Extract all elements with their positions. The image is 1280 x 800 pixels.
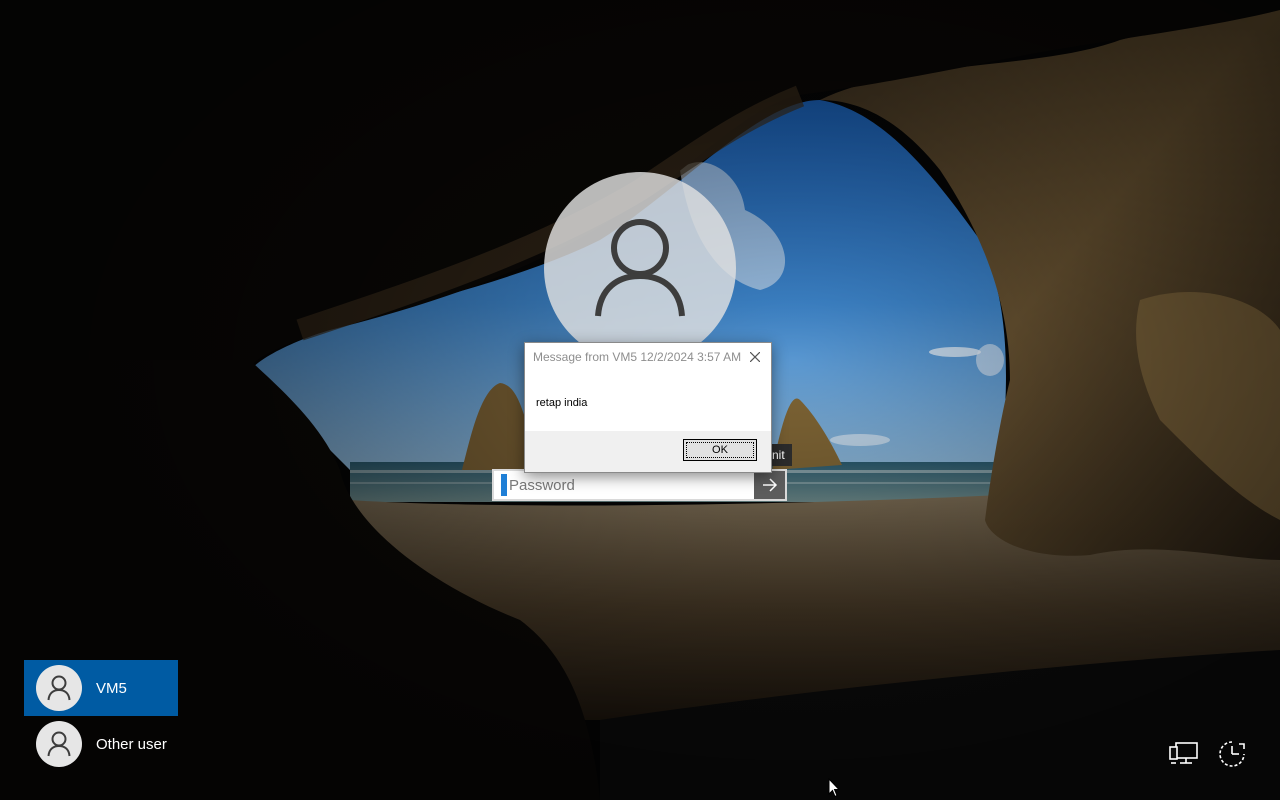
close-icon <box>750 352 760 362</box>
dialog-body: retap india <box>525 371 771 432</box>
user-list: VM5 Other user <box>24 660 178 772</box>
user-item-vm5[interactable]: VM5 <box>24 660 178 716</box>
login-screen: nit Message from VM5 12/2/2024 3:57 AM r… <box>0 0 1280 800</box>
user-icon <box>47 675 71 701</box>
mouse-cursor <box>828 777 841 800</box>
user-item-other-user[interactable]: Other user <box>24 716 178 772</box>
dialog-title: Message from VM5 12/2/2024 3:57 AM <box>533 350 742 364</box>
password-field[interactable] <box>492 469 787 501</box>
dialog-close-button[interactable] <box>743 345 767 369</box>
message-dialog: Message from VM5 12/2/2024 3:57 AM retap… <box>524 342 772 473</box>
network-icon <box>1169 742 1198 764</box>
submit-button[interactable] <box>754 471 785 499</box>
user-avatar-large <box>544 172 736 364</box>
ok-button[interactable]: OK <box>683 439 757 461</box>
user-icon <box>47 731 71 757</box>
dialog-titlebar[interactable]: Message from VM5 12/2/2024 3:57 AM <box>525 343 771 371</box>
pointer-icon <box>828 777 841 798</box>
user-name: Other user <box>96 735 167 753</box>
arrow-right-icon <box>762 478 777 492</box>
dialog-footer: OK <box>525 431 771 472</box>
user-icon <box>595 219 685 317</box>
user-name: VM5 <box>96 679 127 697</box>
user-avatar <box>36 721 82 767</box>
password-input[interactable] <box>507 476 749 494</box>
ease-of-access-icon <box>1219 741 1245 767</box>
user-avatar <box>36 665 82 711</box>
dialog-message: retap india <box>536 397 588 409</box>
network-button[interactable] <box>1168 738 1200 770</box>
ease-of-access-button[interactable] <box>1216 738 1248 770</box>
